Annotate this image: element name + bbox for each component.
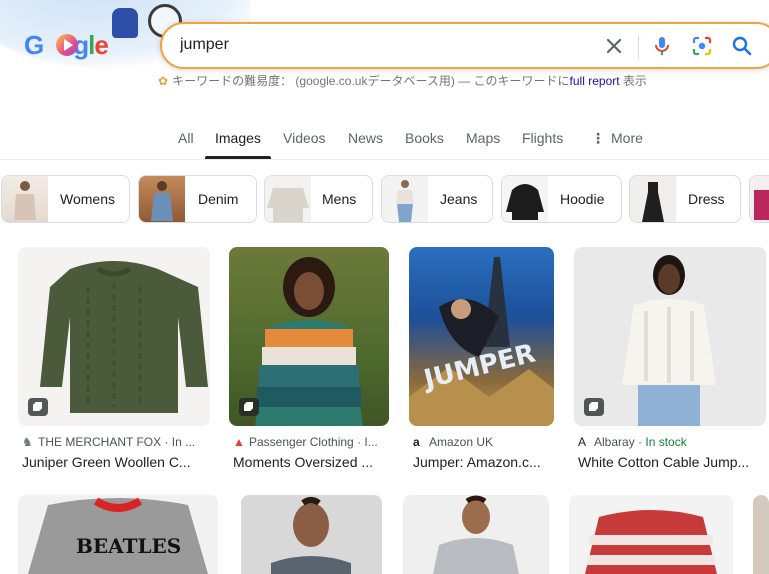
- tab-maps[interactable]: Maps: [466, 130, 500, 146]
- chip-label: Denim: [198, 191, 239, 207]
- chip-jeans[interactable]: Jeans: [381, 175, 493, 223]
- result-title[interactable]: Juniper Green Woollen C...: [22, 454, 210, 470]
- result-source-text: THE MERCHANT FOX · In ...: [38, 435, 196, 449]
- camera-lens-icon[interactable]: [690, 34, 714, 58]
- tab-more[interactable]: ⋮ More: [591, 130, 643, 147]
- result-image[interactable]: JUMPER: [409, 247, 554, 426]
- chip-label: Womens: [60, 191, 115, 207]
- product-tag-icon: [584, 398, 604, 416]
- result-source[interactable]: A Albaray · In stock: [578, 435, 766, 449]
- image-result-card[interactable]: BEATLES: [18, 495, 218, 574]
- result-source[interactable]: a Amazon UK: [413, 435, 554, 449]
- result-title[interactable]: Moments Oversized ...: [233, 454, 389, 470]
- image-result-card[interactable]: ♞ THE MERCHANT FOX · In ... Juniper Green…: [18, 247, 210, 477]
- amazon-favicon: a: [413, 435, 420, 449]
- tab-videos[interactable]: Videos: [283, 130, 326, 146]
- chip-hoodie[interactable]: Hoodie: [501, 175, 622, 223]
- image-result-card[interactable]: JUMPER a Amazon UK Jumper: Amazon.c...: [409, 247, 554, 477]
- result-source-text: Albaray ·: [594, 435, 646, 449]
- image-result-card[interactable]: [241, 495, 382, 574]
- chip-partial[interactable]: [749, 175, 769, 223]
- result-image[interactable]: [574, 247, 766, 426]
- full-report-link[interactable]: full report: [570, 74, 620, 88]
- result-source[interactable]: ▲ Passenger Clothing · I...: [233, 435, 389, 449]
- keyword-suffix: 表示: [622, 74, 647, 88]
- microphone-icon[interactable]: [650, 34, 674, 58]
- in-stock-label: In stock: [645, 435, 687, 449]
- search-input[interactable]: [180, 36, 560, 54]
- tab-images[interactable]: Images: [215, 130, 261, 146]
- doodle-play-icon: [56, 34, 78, 56]
- chip-denim[interactable]: Denim: [138, 175, 257, 223]
- chip-thumbnail: [630, 176, 676, 222]
- chip-thumbnail: [502, 176, 548, 222]
- tab-more-label: More: [611, 130, 643, 146]
- result-source-text: Amazon UK: [429, 435, 494, 449]
- chip-thumbnail: [265, 176, 311, 222]
- chip-label: Hoodie: [560, 191, 605, 207]
- chip-womens[interactable]: Womens: [1, 175, 130, 223]
- chip-dress[interactable]: Dress: [629, 175, 741, 223]
- flower-icon: ✿: [158, 74, 169, 88]
- chip-mens[interactable]: Mens: [264, 175, 373, 223]
- more-vert-icon: ⋮: [591, 130, 605, 146]
- product-tag-icon: [28, 398, 48, 416]
- keyword-difficulty-line: ✿ キーワードの難易度： (google.co.ukデータベース用) — このキー…: [158, 72, 647, 89]
- keyword-prefix: キーワードの難易度：: [172, 74, 293, 88]
- search-icon[interactable]: [730, 34, 754, 58]
- search-box[interactable]: [160, 22, 769, 69]
- chip-label: Dress: [688, 191, 725, 207]
- active-tab-indicator: [205, 156, 271, 159]
- result-title[interactable]: Jumper: Amazon.c...: [413, 454, 554, 470]
- image-result-card-partial[interactable]: [753, 495, 769, 574]
- result-image[interactable]: [18, 247, 210, 426]
- search-tabs: All Images Videos News Books Maps Flight…: [0, 122, 769, 160]
- chip-thumbnail: [382, 176, 428, 222]
- image-result-card[interactable]: A Albaray · In stock White Cotton Cable J…: [574, 247, 766, 477]
- tab-all[interactable]: All: [178, 130, 194, 146]
- result-image[interactable]: [229, 247, 389, 426]
- merchant-fox-favicon: ♞: [22, 435, 33, 449]
- image-result-card[interactable]: ▲ Passenger Clothing · I... Moments Overs…: [229, 247, 389, 477]
- tab-news[interactable]: News: [348, 130, 383, 146]
- image-result-card[interactable]: [569, 495, 733, 574]
- close-icon[interactable]: [602, 34, 626, 58]
- keyword-db: (google.co.ukデータベース用) — このキーワードに: [295, 74, 570, 88]
- tab-books[interactable]: Books: [405, 130, 444, 146]
- chip-thumbnail: [139, 176, 185, 222]
- tab-flights[interactable]: Flights: [522, 130, 563, 146]
- beatles-print: BEATLES: [76, 534, 181, 558]
- chip-thumbnail: [2, 176, 48, 222]
- result-source[interactable]: ♞ THE MERCHANT FOX · In ...: [22, 435, 210, 449]
- doodle-figure: [112, 8, 138, 38]
- image-result-card[interactable]: [403, 495, 549, 574]
- chip-thumbnail: [750, 176, 769, 222]
- result-title[interactable]: White Cotton Cable Jump...: [578, 454, 766, 470]
- chip-label: Jeans: [440, 191, 478, 207]
- albaray-favicon: A: [578, 435, 587, 449]
- passenger-favicon: ▲: [233, 435, 245, 449]
- chip-label: Mens: [322, 191, 357, 207]
- result-source-text: Passenger Clothing · I...: [249, 435, 378, 449]
- product-tag-icon: [239, 398, 259, 416]
- search-divider: [638, 35, 639, 59]
